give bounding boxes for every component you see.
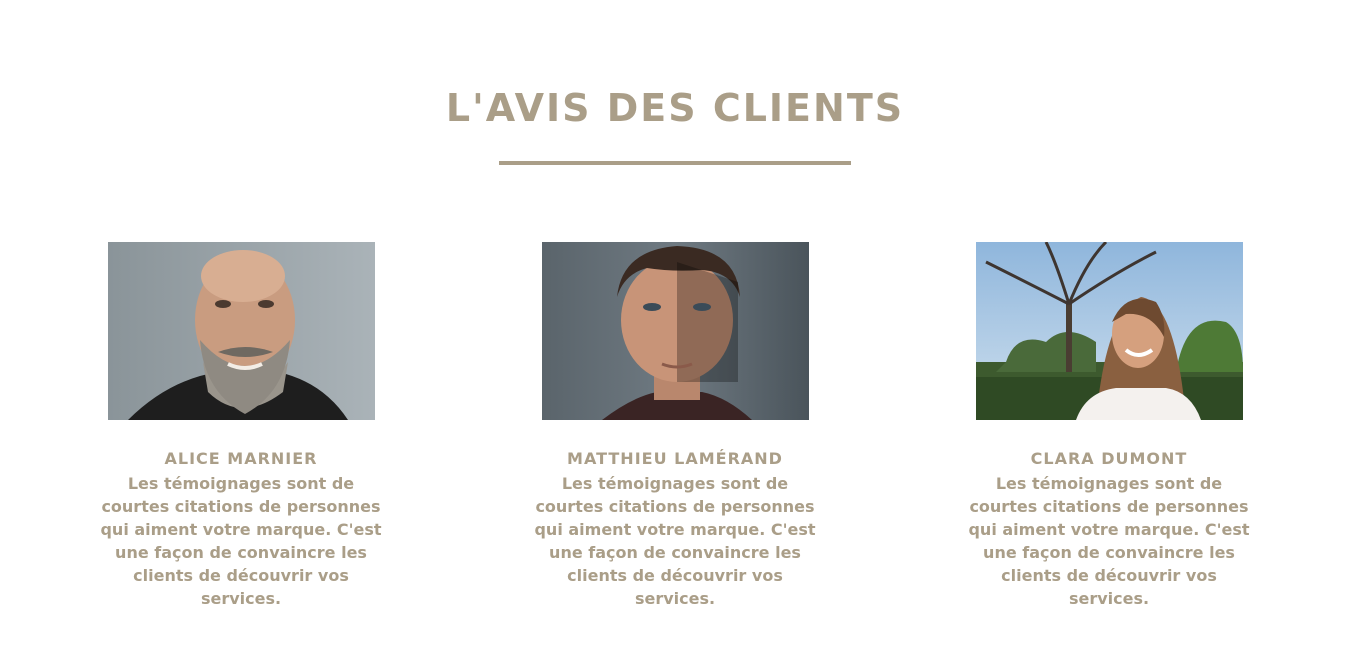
testimonial-quote: Les témoignages sont de courtes citation… [534, 474, 816, 608]
testimonials-section: L'AVIS DES CLIENTS ALICE MARNIER Les tém… [0, 0, 1350, 650]
testimonial-card: MATTHIEU LAMÉRAND Les témoignages sont d… [525, 242, 825, 610]
client-name: CLARA DUMONT [1030, 449, 1188, 468]
section-title: L'AVIS DES CLIENTS [445, 86, 905, 130]
title-divider [499, 161, 851, 165]
client-name: ALICE MARNIER [164, 449, 318, 468]
young-man-portrait-image [542, 242, 809, 420]
testimonial-card: CLARA DUMONT Les témoignages sont de cou… [959, 242, 1259, 610]
bald-man-portrait-image [108, 242, 375, 420]
client-photo [108, 242, 375, 420]
client-photo [542, 242, 809, 420]
testimonial-quote: Les témoignages sont de courtes citation… [100, 474, 382, 608]
client-photo [976, 242, 1243, 420]
woman-outdoor-portrait-image [976, 242, 1243, 420]
testimonial-quote: Les témoignages sont de courtes citation… [968, 474, 1250, 608]
client-name: MATTHIEU LAMÉRAND [567, 449, 783, 468]
testimonial-card: ALICE MARNIER Les témoignages sont de co… [91, 242, 391, 610]
